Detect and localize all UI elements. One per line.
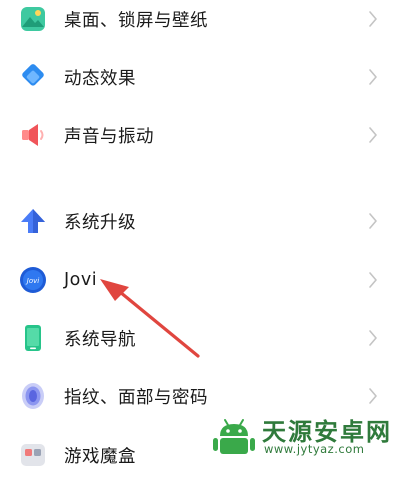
game-box-icon xyxy=(21,444,45,466)
settings-item-fingerprint-face-password[interactable]: 指纹、面部与密码 xyxy=(0,367,400,425)
settings-item-label: 游戏魔盒 xyxy=(64,446,136,467)
jovi-icon: Jovi xyxy=(20,267,46,293)
settings-item-jovi[interactable]: Jovi Jovi xyxy=(0,251,400,309)
settings-item-label: 动态效果 xyxy=(64,68,136,89)
chevron-right-icon xyxy=(369,127,377,143)
settings-item-motion-effects[interactable]: 动态效果 xyxy=(0,48,400,106)
settings-item-system-navigation[interactable]: 系统导航 xyxy=(0,309,400,367)
motion-effects-icon xyxy=(22,64,44,86)
wallpaper-icon xyxy=(21,7,45,31)
svg-text:Jovi: Jovi xyxy=(25,277,39,285)
chevron-right-icon xyxy=(369,330,377,346)
chevron-right-icon xyxy=(369,11,377,27)
settings-item-label: 系统升级 xyxy=(64,212,136,233)
settings-item-system-upgrade[interactable]: 系统升级 xyxy=(0,192,400,250)
settings-item-label: 声音与振动 xyxy=(64,126,154,147)
fingerprint-icon xyxy=(22,383,44,409)
chevron-right-icon xyxy=(369,272,377,288)
settings-item-label: 桌面、锁屏与壁纸 xyxy=(64,10,208,31)
settings-item-wallpaper[interactable]: 桌面、锁屏与壁纸 xyxy=(0,0,400,48)
chevron-right-icon xyxy=(369,69,377,85)
speaker-icon xyxy=(22,124,44,146)
settings-item-label: 系统导航 xyxy=(64,329,136,350)
settings-item-label: 指纹、面部与密码 xyxy=(64,387,208,408)
phone-navigation-icon xyxy=(25,325,41,351)
settings-item-sound-vibration[interactable]: 声音与振动 xyxy=(0,106,400,164)
upgrade-arrow-icon xyxy=(21,209,45,233)
chevron-right-icon xyxy=(369,213,377,229)
settings-item-game-box[interactable]: 游戏魔盒 xyxy=(0,426,400,484)
settings-item-label: Jovi xyxy=(64,270,98,290)
chevron-right-icon xyxy=(369,388,377,404)
